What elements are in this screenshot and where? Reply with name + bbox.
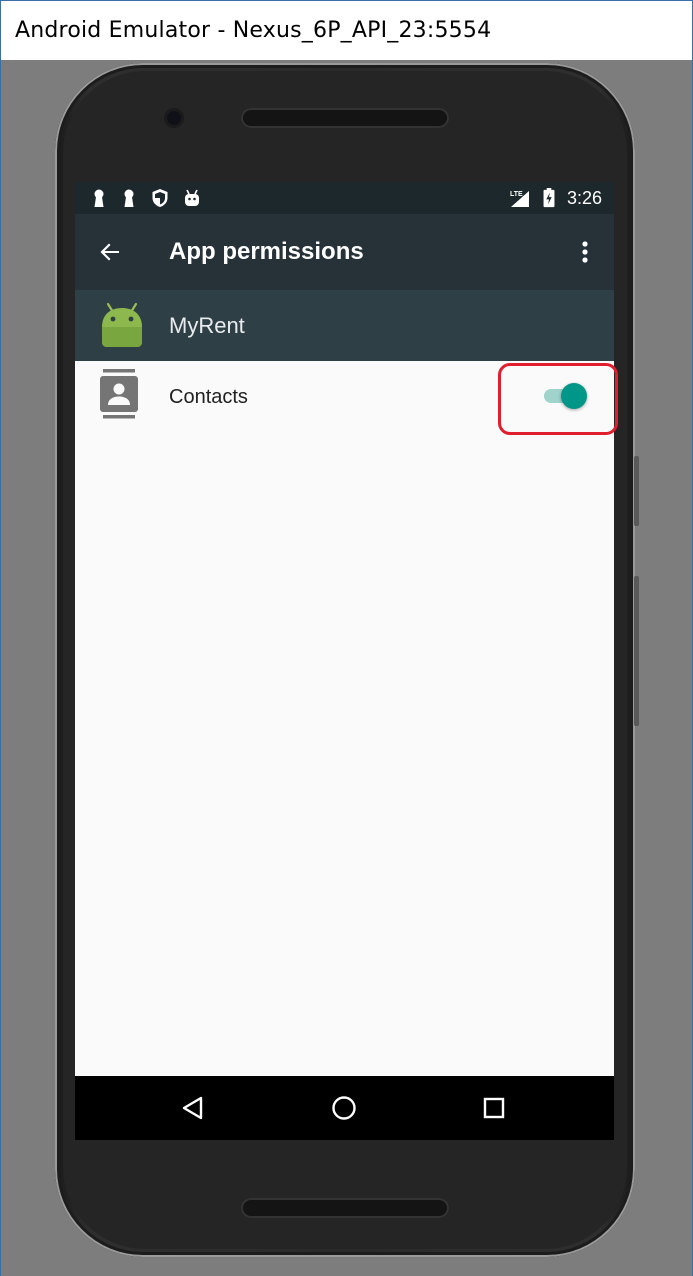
phone-screen: LTE 3:26 App permissions MyRent Contacts <box>75 182 614 1140</box>
battery-charging-icon <box>543 188 555 208</box>
more-vert-icon[interactable] <box>574 234 596 270</box>
keyhole-icon <box>124 189 134 207</box>
android-debug-icon <box>185 189 199 206</box>
shield-icon <box>152 189 168 207</box>
clock-text: 3:26 <box>566 188 602 208</box>
nav-back-icon[interactable] <box>175 1090 211 1126</box>
lte-signal-icon: LTE <box>510 191 529 207</box>
app-name: MyRent <box>169 313 245 338</box>
nav-recents-icon[interactable] <box>476 1090 512 1126</box>
emulator-window: Android Emulator - Nexus_6P_API_23:5554 <box>0 0 693 1276</box>
permission-label: Contacts <box>169 386 248 408</box>
app-header: MyRent <box>75 290 614 361</box>
keyhole-icon <box>94 189 104 207</box>
svg-text:LTE: LTE <box>510 191 523 198</box>
app-toolbar: App permissions <box>75 214 614 290</box>
volume-button[interactable] <box>634 576 639 726</box>
android-robot-icon <box>102 302 142 347</box>
arrow-back-icon[interactable] <box>93 234 129 270</box>
status-bar: LTE 3:26 <box>75 182 614 214</box>
navigation-bar <box>75 1076 614 1140</box>
window-titlebar[interactable]: Android Emulator - Nexus_6P_API_23:5554 <box>1 1 692 60</box>
power-button[interactable] <box>634 456 639 526</box>
page-title: App permissions <box>169 238 364 265</box>
window-title: Android Emulator - Nexus_6P_API_23:5554 <box>15 18 492 43</box>
contacts-icon <box>100 369 138 419</box>
bottom-speaker <box>241 1198 449 1218</box>
top-speaker <box>241 108 449 128</box>
front-camera <box>167 111 181 125</box>
annotation-highlight-box <box>498 363 618 435</box>
nav-home-icon[interactable] <box>326 1090 362 1126</box>
